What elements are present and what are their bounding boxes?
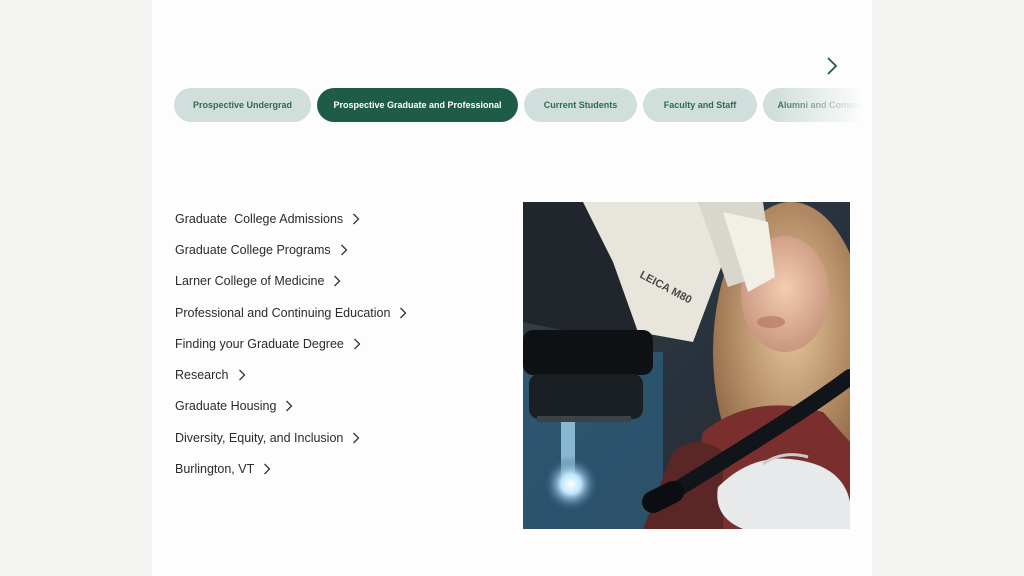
- student-microscope-photo: LEICA M80: [523, 202, 850, 529]
- link-label: Burlington, VT: [175, 462, 255, 477]
- link-diversity[interactable]: Diversity, Equity, and Inclusion: [175, 422, 407, 453]
- link-label: Finding your Graduate Degree: [175, 336, 344, 351]
- link-label: Larner College of Medicine: [175, 274, 325, 289]
- chevron-right-icon: [340, 244, 348, 256]
- link-continuing-education[interactable]: Professional and Continuing Education: [175, 297, 407, 328]
- chevron-right-icon: [400, 307, 407, 318]
- carousel-next-button[interactable]: [822, 55, 842, 77]
- tab-faculty-staff[interactable]: Faculty and Staff: [643, 88, 757, 122]
- graduate-links-list: Graduate College Admissions Graduate Col…: [175, 203, 407, 485]
- audience-tabs: Prospective Undergrad Prospective Gradua…: [174, 88, 864, 124]
- link-label: Diversity, Equity, and Inclusion: [175, 430, 344, 445]
- link-graduate-admissions[interactable]: Graduate College Admissions: [175, 203, 407, 234]
- link-burlington[interactable]: Burlington, VT: [175, 453, 407, 484]
- link-research[interactable]: Research: [175, 359, 407, 390]
- chevron-right-icon: [353, 338, 361, 350]
- link-graduate-housing[interactable]: Graduate Housing: [175, 391, 407, 422]
- link-medicine[interactable]: Larner College of Medicine: [175, 266, 407, 297]
- chevron-right-icon: [286, 400, 293, 412]
- tab-prospective-undergrad[interactable]: Prospective Undergrad: [174, 88, 311, 122]
- tab-alumni-community[interactable]: Alumni and Community: [763, 88, 864, 122]
- chevron-right-icon: [264, 463, 271, 475]
- link-label: Graduate College Programs: [175, 242, 331, 257]
- link-graduate-programs[interactable]: Graduate College Programs: [175, 234, 407, 265]
- chevron-right-icon: [353, 432, 360, 444]
- chevron-right-icon: [238, 369, 245, 381]
- chevron-right-icon: [827, 57, 838, 75]
- link-label: Professional and Continuing Education: [175, 305, 391, 320]
- link-label: Graduate Housing: [175, 399, 277, 414]
- chevron-right-icon: [353, 213, 360, 225]
- link-label: Graduate College Admissions: [175, 211, 344, 226]
- tab-prospective-graduate[interactable]: Prospective Graduate and Professional: [317, 88, 518, 122]
- tab-current-students[interactable]: Current Students: [524, 88, 637, 122]
- link-label: Research: [175, 368, 229, 383]
- chevron-right-icon: [334, 275, 341, 287]
- link-finding-degree[interactable]: Finding your Graduate Degree: [175, 328, 407, 359]
